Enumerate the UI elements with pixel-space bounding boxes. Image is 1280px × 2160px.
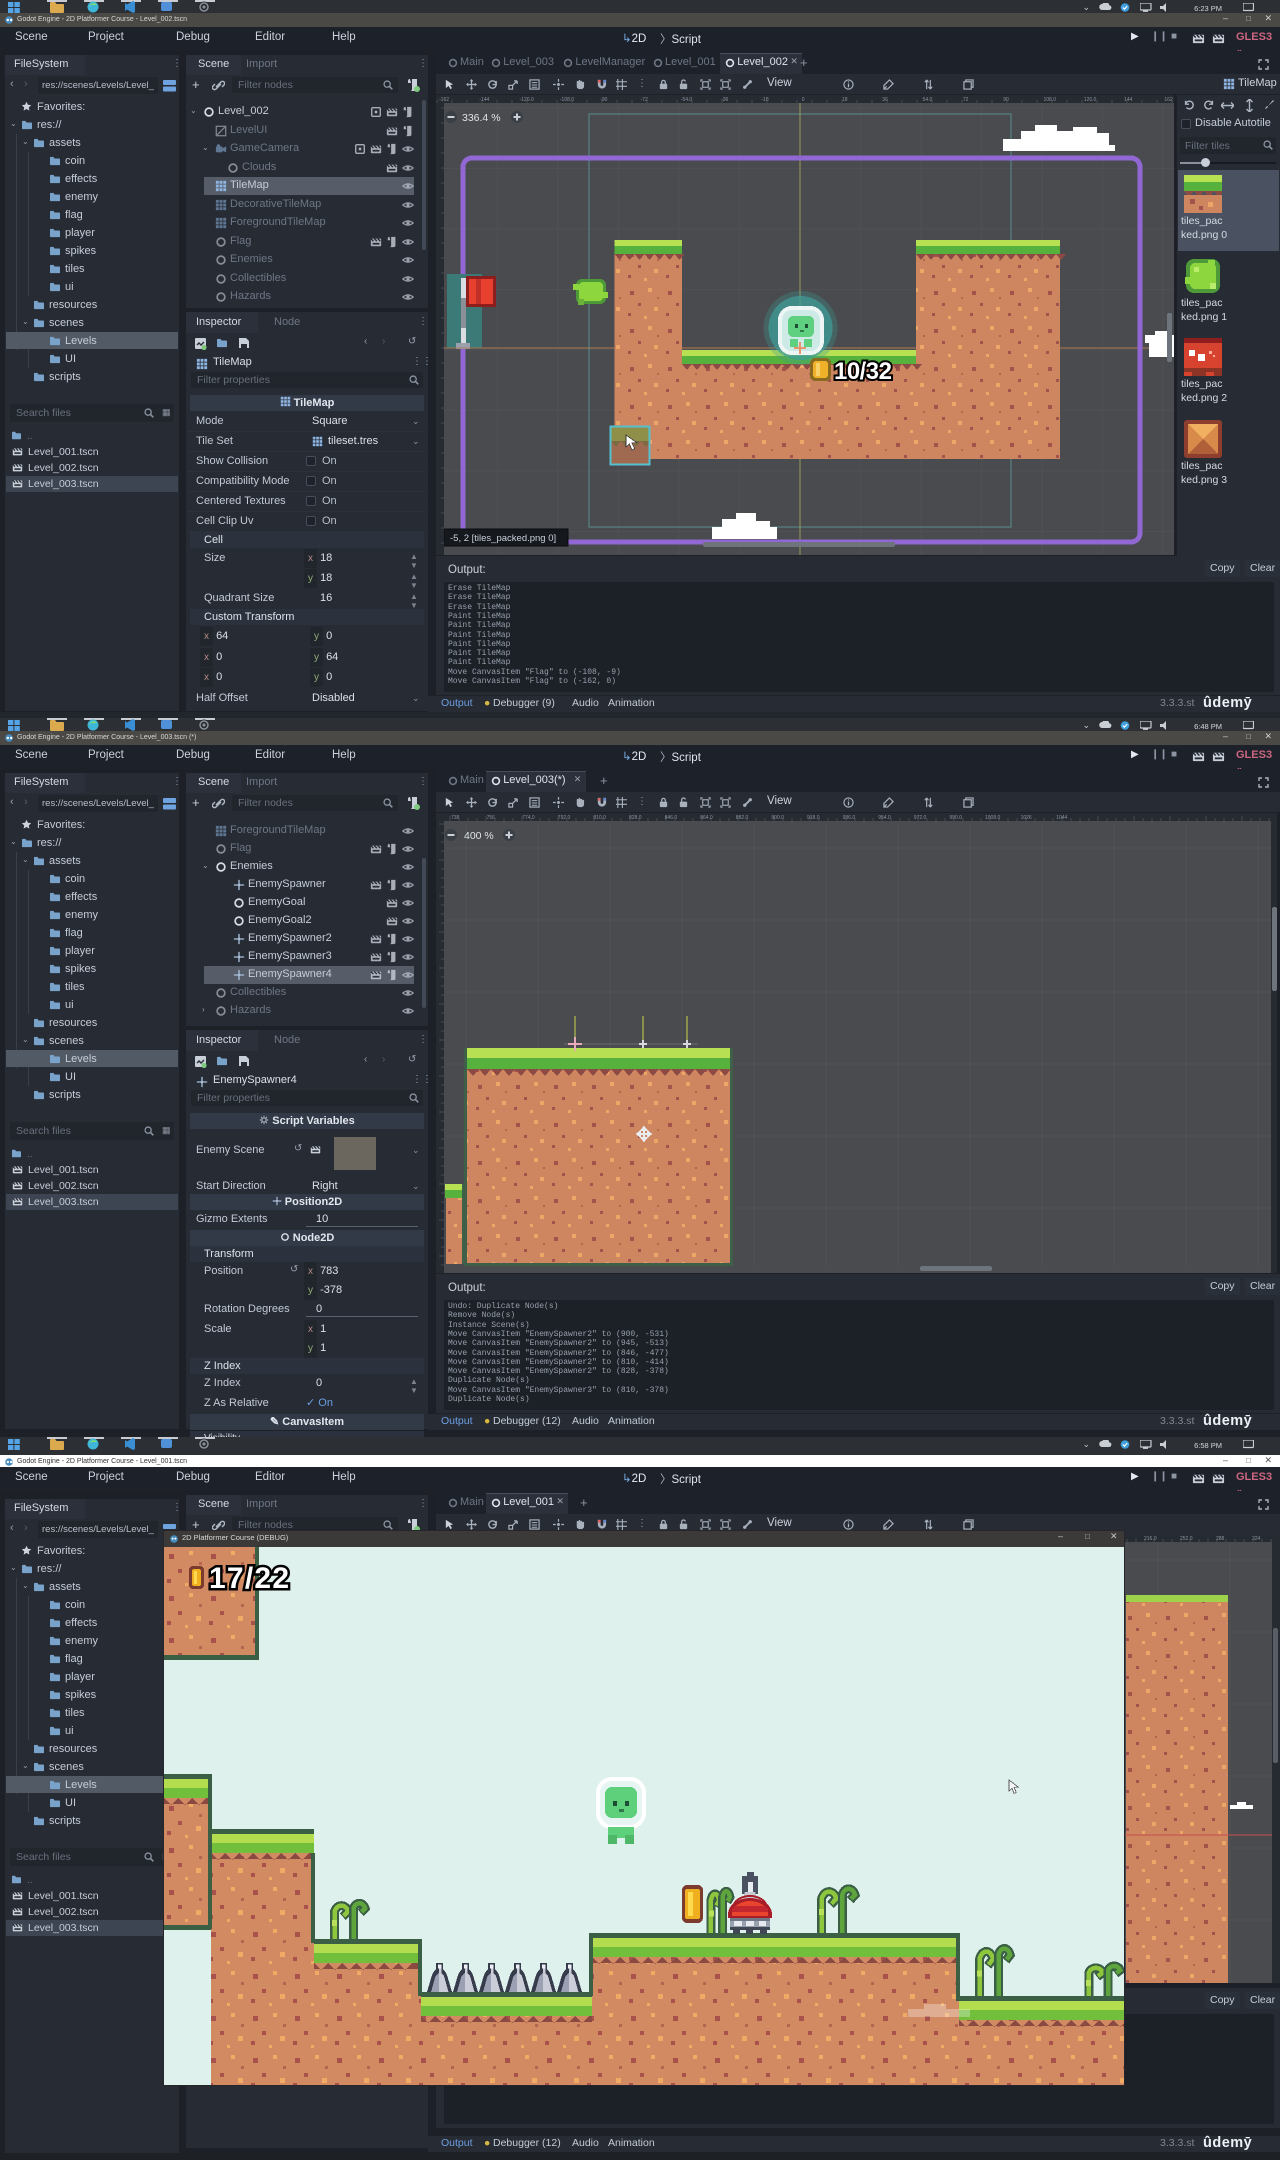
svg-text:90: 90 — [1003, 97, 1009, 103]
svg-text:756: 756 — [487, 815, 496, 821]
svg-text:108.0: 108.0 — [1044, 97, 1057, 103]
svg-text:54.0: 54.0 — [923, 97, 933, 103]
svg-text:126.0: 126.0 — [1084, 97, 1097, 103]
svg-text:1026: 1026 — [1021, 815, 1032, 821]
svg-text:-90: -90 — [600, 97, 607, 103]
svg-text:846.0: 846.0 — [665, 815, 678, 821]
svg-text:1044: 1044 — [1056, 815, 1067, 821]
svg-text:-162: -162 — [439, 97, 449, 103]
svg-text:10/32: 10/32 — [834, 358, 892, 385]
svg-text:324: 324 — [1252, 1536, 1261, 1542]
svg-text:216.0: 216.0 — [1144, 1536, 1157, 1542]
svg-text:774.0: 774.0 — [522, 815, 535, 821]
svg-text:162: 162 — [1164, 97, 1173, 103]
svg-text:900.0: 900.0 — [771, 815, 784, 821]
svg-text:792.0: 792.0 — [558, 815, 571, 821]
svg-text:400 %: 400 % — [464, 830, 494, 842]
svg-text:990.0: 990.0 — [949, 815, 962, 821]
svg-text:252.0: 252.0 — [1180, 1536, 1193, 1542]
svg-text:864.0: 864.0 — [700, 815, 713, 821]
svg-text:1008.0: 1008.0 — [985, 815, 1001, 821]
svg-text:288: 288 — [1216, 1536, 1225, 1542]
svg-text:-36: -36 — [721, 97, 728, 103]
svg-text:36: 36 — [882, 97, 888, 103]
svg-text:72: 72 — [963, 97, 969, 103]
svg-text:0: 0 — [802, 97, 805, 103]
svg-text:-144: -144 — [479, 97, 489, 103]
svg-text:918.0: 918.0 — [807, 815, 820, 821]
svg-text:-108.0: -108.0 — [560, 97, 574, 103]
svg-text:-54.0: -54.0 — [681, 97, 693, 103]
svg-text:-126.0: -126.0 — [520, 97, 534, 103]
svg-text:882.0: 882.0 — [736, 815, 749, 821]
svg-text:954.0: 954.0 — [878, 815, 891, 821]
svg-text:936.0: 936.0 — [843, 815, 856, 821]
svg-text:-5, 2 [tiles_packed.png 0]: -5, 2 [tiles_packed.png 0] — [450, 533, 556, 544]
svg-text:-72: -72 — [641, 97, 648, 103]
svg-text:144: 144 — [1124, 97, 1133, 103]
svg-text:-18: -18 — [761, 97, 768, 103]
svg-text:810.0: 810.0 — [593, 815, 606, 821]
svg-text:336.4 %: 336.4 % — [462, 112, 501, 124]
svg-text:17/22: 17/22 — [209, 1562, 289, 1595]
svg-text:828.0: 828.0 — [629, 815, 642, 821]
svg-text:738: 738 — [451, 815, 460, 821]
svg-text:18: 18 — [842, 97, 848, 103]
svg-text:972.0: 972.0 — [914, 815, 927, 821]
